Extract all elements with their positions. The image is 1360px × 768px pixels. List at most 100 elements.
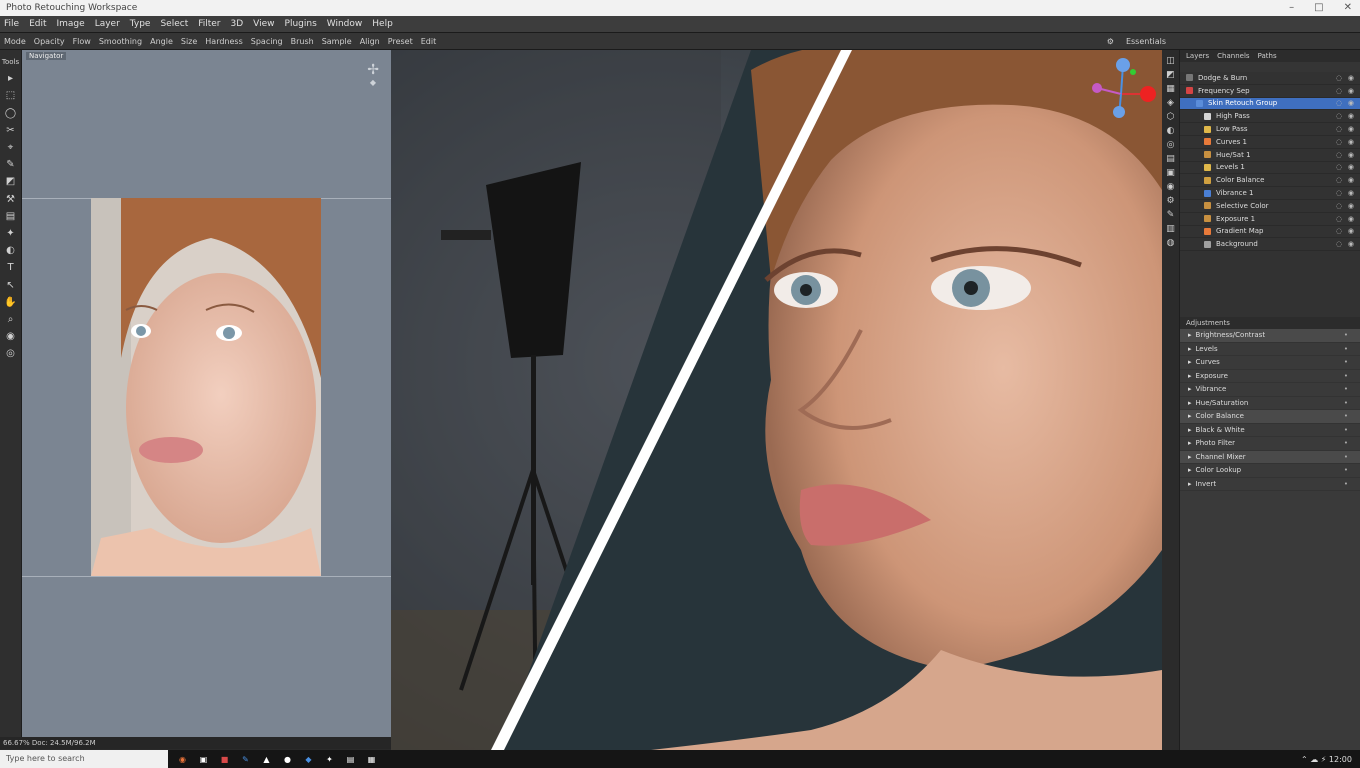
lock-icon[interactable]: ◌: [1336, 99, 1342, 107]
layer-row[interactable]: Hue/Sat 1 ◌ ◉: [1180, 149, 1360, 162]
lock-icon[interactable]: ◌: [1336, 138, 1342, 146]
lock-icon[interactable]: ◌: [1336, 240, 1342, 248]
maximize-button[interactable]: □: [1314, 0, 1323, 16]
menu-item-type[interactable]: Type: [130, 19, 151, 29]
layer-row[interactable]: Background ◌ ◉: [1180, 238, 1360, 252]
taskbar-app-icon-4[interactable]: ▲: [260, 753, 273, 766]
option-size[interactable]: Size: [181, 37, 197, 46]
option-hardness[interactable]: Hardness: [205, 37, 242, 46]
option-smoothing[interactable]: Smoothing: [99, 37, 142, 46]
menu-item-edit[interactable]: Edit: [29, 19, 46, 29]
eye-icon[interactable]: ◉: [1348, 112, 1354, 120]
lock-icon[interactable]: ◌: [1336, 215, 1342, 223]
lock-icon[interactable]: ◌: [1336, 112, 1342, 120]
lock-icon[interactable]: ◌: [1336, 74, 1342, 82]
minimize-button[interactable]: –: [1289, 0, 1294, 16]
tool-icon-13[interactable]: ✋: [3, 295, 19, 309]
layer-row[interactable]: Low Pass ◌ ◉: [1180, 123, 1360, 136]
dock-icon-7[interactable]: ▤: [1166, 154, 1175, 164]
adjustment-item[interactable]: ▸ Channel Mixer •: [1180, 450, 1360, 464]
layer-row[interactable]: Exposure 1 ◌ ◉: [1180, 213, 1360, 226]
taskbar-app-icon-1[interactable]: ▣: [197, 753, 210, 766]
adjustment-item[interactable]: ▸ Curves •: [1180, 356, 1360, 370]
option-opacity[interactable]: Opacity: [34, 37, 65, 46]
more-icon[interactable]: •: [1344, 439, 1348, 447]
taskbar-app-icon-9[interactable]: ▦: [365, 753, 378, 766]
more-icon[interactable]: •: [1344, 466, 1348, 474]
layer-row[interactable]: High Pass ◌ ◉: [1180, 110, 1360, 124]
option-mode[interactable]: Mode: [4, 37, 26, 46]
menu-item-view[interactable]: View: [253, 19, 274, 29]
taskbar-app-icon-6[interactable]: ◆: [302, 753, 315, 766]
menu-item-image[interactable]: Image: [57, 19, 85, 29]
menu-item-plugins[interactable]: Plugins: [285, 19, 317, 29]
eye-icon[interactable]: ◉: [1348, 240, 1354, 248]
tool-icon-16[interactable]: ◎: [3, 347, 19, 361]
eye-icon[interactable]: ◉: [1348, 74, 1354, 82]
layer-row[interactable]: Gradient Map ◌ ◉: [1180, 226, 1360, 239]
dock-icon-9[interactable]: ◉: [1167, 182, 1175, 192]
taskbar-app-icon-0[interactable]: ◉: [176, 753, 189, 766]
more-icon[interactable]: •: [1344, 480, 1348, 488]
taskbar-app-icon-8[interactable]: ▤: [344, 753, 357, 766]
dock-icon-13[interactable]: ◍: [1167, 238, 1175, 248]
eye-icon[interactable]: ◉: [1348, 215, 1354, 223]
adjustment-item[interactable]: ▸ Levels •: [1180, 343, 1360, 356]
dock-icon-6[interactable]: ◎: [1167, 140, 1175, 150]
lock-icon[interactable]: ◌: [1336, 176, 1342, 184]
adjustment-item[interactable]: ▸ Color Balance •: [1180, 410, 1360, 424]
taskbar-search-input[interactable]: Type here to search: [0, 750, 168, 768]
lock-icon[interactable]: ◌: [1336, 151, 1342, 159]
adjustment-item[interactable]: ▸ Hue/Saturation •: [1180, 397, 1360, 410]
option-sample[interactable]: Sample: [322, 37, 352, 46]
dock-icon-12[interactable]: ▥: [1166, 224, 1175, 234]
tool-icon-12[interactable]: ↖: [3, 278, 19, 292]
tool-icon-9[interactable]: ✦: [3, 226, 19, 240]
more-icon[interactable]: •: [1344, 399, 1348, 407]
tool-icon-3[interactable]: ✂: [3, 123, 19, 137]
dock-icon-10[interactable]: ⚙: [1166, 196, 1174, 206]
option-flow[interactable]: Flow: [73, 37, 91, 46]
portrait-thumbnail[interactable]: [91, 198, 321, 576]
more-icon[interactable]: •: [1344, 331, 1348, 339]
tool-icon-15[interactable]: ◉: [3, 330, 19, 344]
dock-icon-8[interactable]: ▣: [1166, 168, 1175, 178]
tool-icon-7[interactable]: ⚒: [3, 192, 19, 206]
tool-icon-10[interactable]: ◐: [3, 244, 19, 258]
tool-icon-2[interactable]: ◯: [3, 106, 19, 120]
document-canvas[interactable]: [391, 50, 1162, 750]
layer-row[interactable]: Frequency Sep ◌ ◉: [1180, 85, 1360, 98]
option-align[interactable]: Align: [360, 37, 380, 46]
dock-icon-0[interactable]: ◫: [1166, 56, 1175, 66]
dock-icon-2[interactable]: ▦: [1166, 84, 1175, 94]
eye-icon[interactable]: ◉: [1348, 189, 1354, 197]
tool-icon-11[interactable]: T: [3, 261, 19, 275]
option-spacing[interactable]: Spacing: [251, 37, 283, 46]
taskbar-app-icon-3[interactable]: ✎: [239, 753, 252, 766]
eye-icon[interactable]: ◉: [1348, 163, 1354, 171]
move-icon[interactable]: ✢: [367, 62, 379, 78]
more-icon[interactable]: •: [1344, 345, 1348, 353]
eye-icon[interactable]: ◉: [1348, 202, 1354, 210]
option-angle[interactable]: Angle: [150, 37, 173, 46]
tool-icon-5[interactable]: ✎: [3, 158, 19, 172]
lock-icon[interactable]: ◌: [1336, 227, 1342, 235]
eye-icon[interactable]: ◉: [1348, 99, 1354, 107]
option-preset[interactable]: Preset: [388, 37, 413, 46]
adjustment-item[interactable]: ▸ Vibrance •: [1180, 383, 1360, 397]
option-brush[interactable]: Brush: [291, 37, 314, 46]
adjustment-item[interactable]: ▸ Invert •: [1180, 478, 1360, 491]
menu-item-select[interactable]: Select: [160, 19, 188, 29]
menu-item-3d[interactable]: 3D: [231, 19, 244, 29]
navigator-tab[interactable]: Navigator: [26, 52, 67, 60]
workspace-switcher[interactable]: ⚙ Essentials: [1107, 37, 1174, 46]
more-icon[interactable]: •: [1344, 426, 1348, 434]
lock-icon[interactable]: ◌: [1336, 189, 1342, 197]
menu-item-file[interactable]: File: [4, 19, 19, 29]
adjustments-tab[interactable]: Adjustments: [1186, 319, 1230, 327]
layer-row[interactable]: Selective Color ◌ ◉: [1180, 200, 1360, 213]
more-icon[interactable]: •: [1344, 372, 1348, 380]
tool-icon-6[interactable]: ◩: [3, 175, 19, 189]
eye-icon[interactable]: ◉: [1348, 87, 1354, 95]
adjustment-item[interactable]: ▸ Brightness/Contrast •: [1180, 329, 1360, 343]
